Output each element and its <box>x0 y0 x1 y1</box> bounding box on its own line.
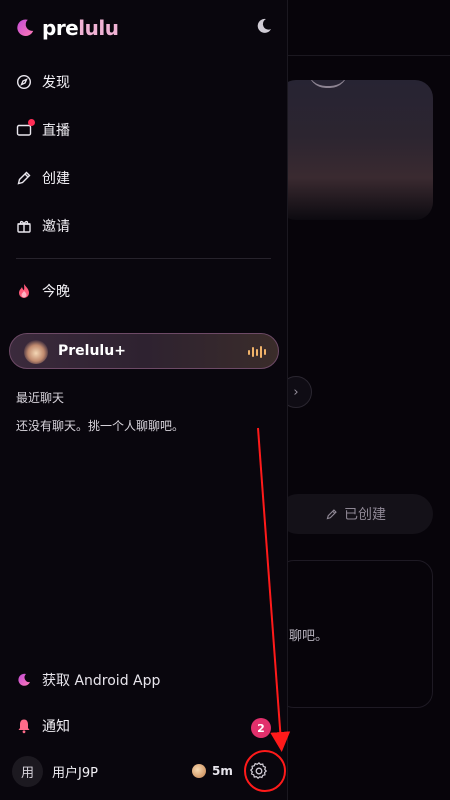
sidebar-item-label: 创建 <box>42 171 70 187</box>
pen-icon <box>326 508 337 519</box>
gear-icon[interactable] <box>249 761 269 781</box>
sidebar-item-discover[interactable]: 发现 <box>16 70 70 94</box>
flame-icon <box>16 283 32 299</box>
sidebar-item-invite[interactable]: 邀请 <box>16 214 70 238</box>
moon-logo-icon <box>16 672 32 688</box>
live-indicator-dot <box>28 119 35 126</box>
user-name[interactable]: 用户J9P <box>52 762 98 781</box>
content-card: 聊吧。 <box>278 560 433 708</box>
sidebar-item-label: 邀请 <box>42 219 70 235</box>
sidebar-item-tonight[interactable]: 今晚 <box>16 279 70 303</box>
sidebar: prelulu 发现 直播 创建 邀请 今晚 Prelulu+ 最近聊天 还没有… <box>0 0 288 800</box>
avatar[interactable]: 用 <box>12 756 43 787</box>
divider <box>16 258 271 259</box>
hero-image <box>278 80 433 220</box>
card-text: 聊吧。 <box>289 629 329 644</box>
audio-wave-icon <box>248 346 266 358</box>
gift-icon <box>16 218 32 234</box>
android-app-label: 获取 Android App <box>42 673 161 689</box>
background-page: › 已创建 聊吧。 <box>278 0 450 800</box>
pen-icon <box>16 170 32 186</box>
created-label: 已创建 <box>344 507 386 523</box>
sidebar-item-live[interactable]: 直播 <box>16 118 70 142</box>
moon-shape <box>308 80 348 88</box>
sidebar-item-create[interactable]: 创建 <box>16 166 70 190</box>
coin-icon <box>192 764 206 778</box>
plus-label: Prelulu+ <box>58 343 126 359</box>
get-android-app-link[interactable]: 获取 Android App <box>16 670 160 690</box>
logo-text-part2: lulu <box>78 16 119 40</box>
moon-icon[interactable] <box>254 16 274 36</box>
sidebar-item-notifications[interactable]: 通知 <box>16 716 70 736</box>
notifications-label: 通知 <box>42 719 70 735</box>
notification-count-badge: 2 <box>251 718 271 738</box>
sidebar-item-label: 发现 <box>42 75 70 91</box>
sidebar-item-label: 直播 <box>42 123 70 139</box>
logo-text-part1: pre <box>42 16 79 40</box>
logo[interactable]: prelulu <box>14 16 119 40</box>
logo-text: prelulu <box>42 16 119 40</box>
recent-chats-empty-text: 还没有聊天。挑一个人聊聊吧。 <box>16 419 185 433</box>
bell-icon <box>16 718 32 734</box>
divider <box>288 55 450 56</box>
plus-avatar-icon <box>24 340 48 364</box>
moon-logo-icon <box>17 19 34 36</box>
sidebar-item-label: 今晚 <box>42 284 70 300</box>
compass-icon <box>16 74 32 90</box>
tv-icon <box>16 119 35 138</box>
prelulu-plus-button[interactable]: Prelulu+ <box>9 333 279 369</box>
recent-chats-title: 最近聊天 <box>16 391 65 405</box>
created-tab[interactable]: 已创建 <box>278 494 433 534</box>
coin-balance: 5m <box>212 764 233 778</box>
